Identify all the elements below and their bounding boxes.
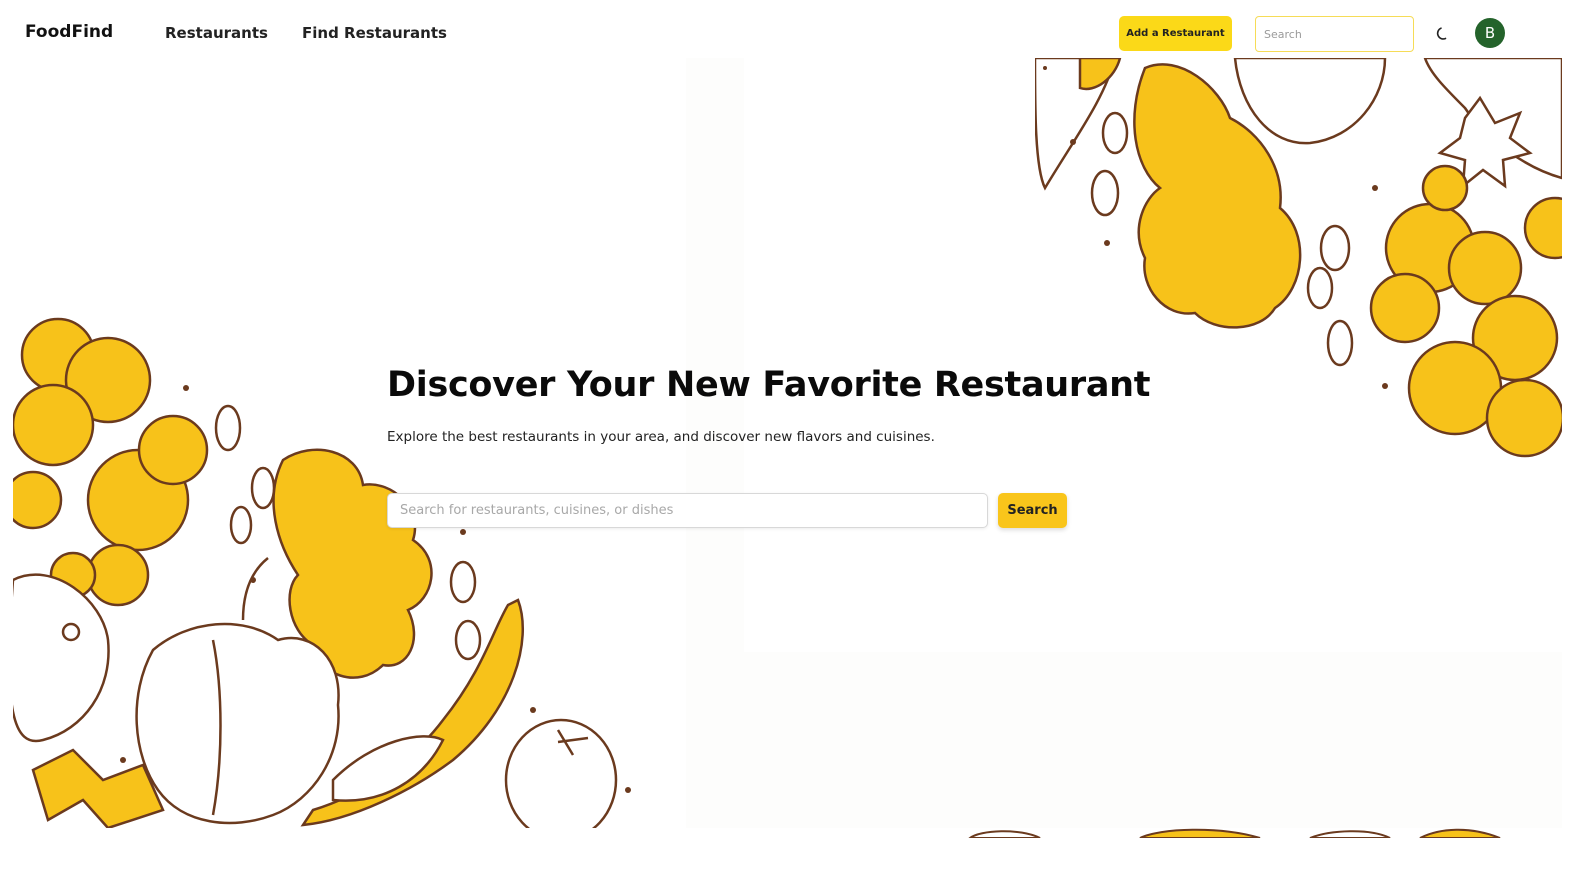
hero-subtitle: Explore the best restaurants in your are… [387,429,935,445]
vegetable-illustration-bottom [968,828,1501,838]
user-avatar[interactable]: B [1475,18,1505,48]
moon-icon[interactable] [1434,25,1452,43]
nav-link-find-restaurants[interactable]: Find Restaurants [302,24,447,42]
restaurant-search-input[interactable] [387,493,988,528]
add-restaurant-button[interactable]: Add a Restaurant [1119,16,1232,51]
brand-logo[interactable]: FoodFind [25,22,113,42]
hero-title: Discover Your New Favorite Restaurant [387,365,1151,405]
top-navbar: FoodFind Restaurants Find Restaurants Ad… [0,0,1576,58]
search-button[interactable]: Search [998,493,1067,528]
hero-section: Discover Your New Favorite Restaurant Ex… [387,365,1151,445]
nav-link-restaurants[interactable]: Restaurants [165,24,268,42]
navbar-search-input[interactable] [1255,16,1414,52]
background-bottom-panel [744,652,1562,828]
